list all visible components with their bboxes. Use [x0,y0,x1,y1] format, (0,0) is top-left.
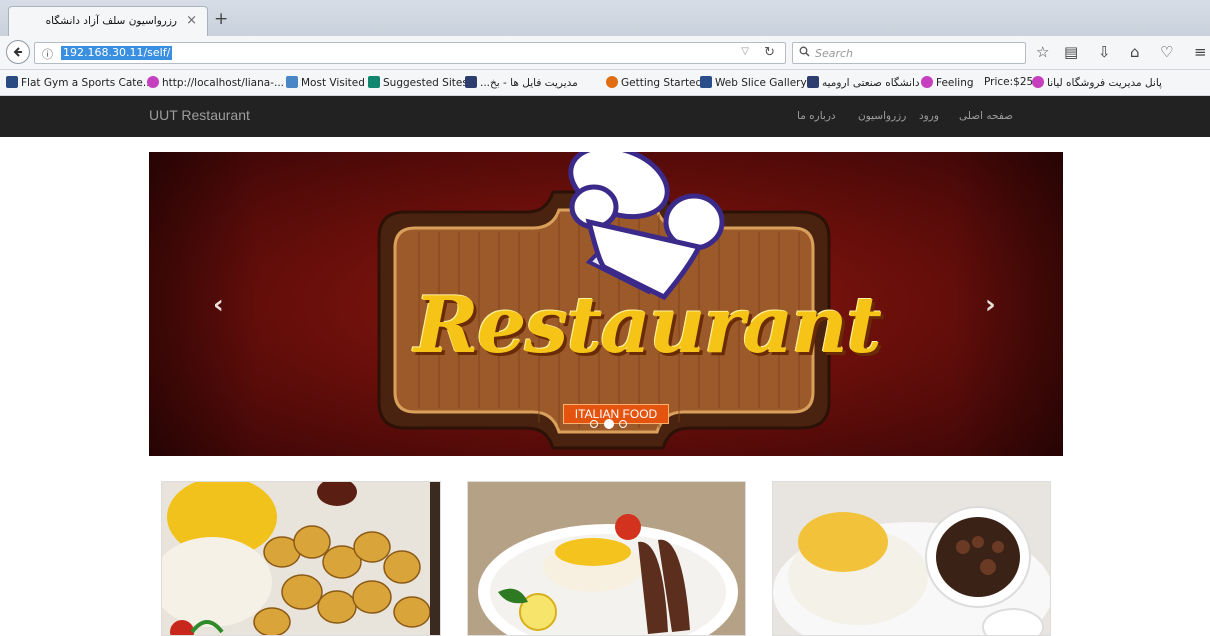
bookmark-item[interactable]: ...مدیریت فایل ها - بخ [465,76,578,89]
firefox-icon [606,76,618,88]
uut-icon [465,76,477,88]
bing-icon [368,76,380,88]
carousel-prev-icon[interactable]: ‹ [213,290,224,320]
bookmark-item[interactable]: http://localhost/liana-... [147,76,284,89]
bookmark-item[interactable]: Suggested Sites [368,76,468,89]
bookmarks-toolbar: Flat Gym a Sports Cate... http://localho… [0,70,1210,96]
carousel-indicator[interactable] [619,420,627,428]
bookmark-item[interactable]: دانشگاه صنعتی ارومیه [807,76,920,89]
nav-home[interactable]: صفحه اصلی [959,110,1013,122]
bookmark-item[interactable]: Web Slice Gallery [700,76,807,89]
browser-navbar: ⓘ 192.168.30.11/self/ ▽ ↻ Search ☆ ▤ ⇩ ⌂… [0,36,1210,70]
carousel-left-shade [149,152,259,456]
uut-icon [807,76,819,88]
bookmark-item[interactable]: Price:$25 [984,76,1033,88]
hero-carousel: Restaurant ITALIAN FOOD ‹ › [149,152,1063,456]
url-bar[interactable]: ⓘ 192.168.30.11/self/ ▽ ↻ [34,42,786,64]
dropdown-icon[interactable]: ▽ [741,46,749,57]
ghormeh-rice-image [773,482,1050,635]
url-text[interactable]: 192.168.30.11/self/ [61,46,173,60]
bookmark-item[interactable]: Getting Started [606,76,702,89]
food-image-kebab[interactable] [161,481,441,636]
browser-tab[interactable]: رزرواسیون سلف آزاد دانشگاه × [8,6,208,36]
web-slice-icon [700,76,712,88]
carousel-indicator-active[interactable] [603,419,614,429]
food-image-ghormeh-sabzi[interactable] [772,481,1051,636]
carousel-indicators [589,418,628,431]
bookmark-item[interactable]: Most Visited [286,76,365,89]
close-tab-icon[interactable]: × [186,13,197,28]
carousel-headline: Restaurant [414,280,882,371]
carousel-indicator[interactable] [590,420,598,428]
pocket-icon[interactable]: ♡ [1160,43,1173,61]
back-button[interactable] [6,40,30,64]
kebab-rice-image [162,482,440,635]
bookmark-item[interactable]: Feeling [921,76,974,89]
globe-icon [921,76,933,88]
bookmark-item[interactable]: Flat Gym a Sports Cate... [6,76,153,89]
globe-icon [147,76,159,88]
home-icon[interactable]: ⌂ [1130,43,1140,61]
nav-about[interactable]: درباره ما [797,110,836,122]
reload-icon[interactable]: ↻ [764,45,775,60]
tab-title: رزرواسیون سلف آزاد دانشگاه [45,15,177,27]
search-icon [799,46,810,60]
menu-icon[interactable]: ≡ [1194,43,1207,61]
bookmark-item[interactable]: پانل مدیریت فروشگاه لیانا [1032,76,1162,89]
globe-icon [1032,76,1044,88]
koobideh-plate-image [468,482,745,635]
food-image-koobideh[interactable] [467,481,746,636]
nav-login[interactable]: ورود [919,110,939,122]
search-bar[interactable]: Search [792,42,1026,64]
site-navbar: UUT Restaurant صفحه اصلی ورود رزرواسیون … [0,96,1210,137]
browser-tabstrip: رزرواسیون سلف آزاد دانشگاه × + [0,0,1210,36]
new-tab-button[interactable]: + [214,9,228,29]
carousel-next-icon[interactable]: › [985,290,996,320]
info-icon[interactable]: ⓘ [42,46,53,62]
nav-reservation[interactable]: رزرواسیون [858,110,906,122]
download-icon[interactable]: ⇩ [1098,43,1111,61]
reading-list-icon[interactable]: ▤ [1064,43,1078,61]
carousel-right-shade [953,152,1063,456]
site-brand[interactable]: UUT Restaurant [149,107,250,123]
folder-icon [286,76,298,88]
back-arrow-icon [13,47,22,57]
search-placeholder: Search [815,47,854,60]
star-icon[interactable]: ☆ [1036,43,1049,61]
w3-icon [6,76,18,88]
